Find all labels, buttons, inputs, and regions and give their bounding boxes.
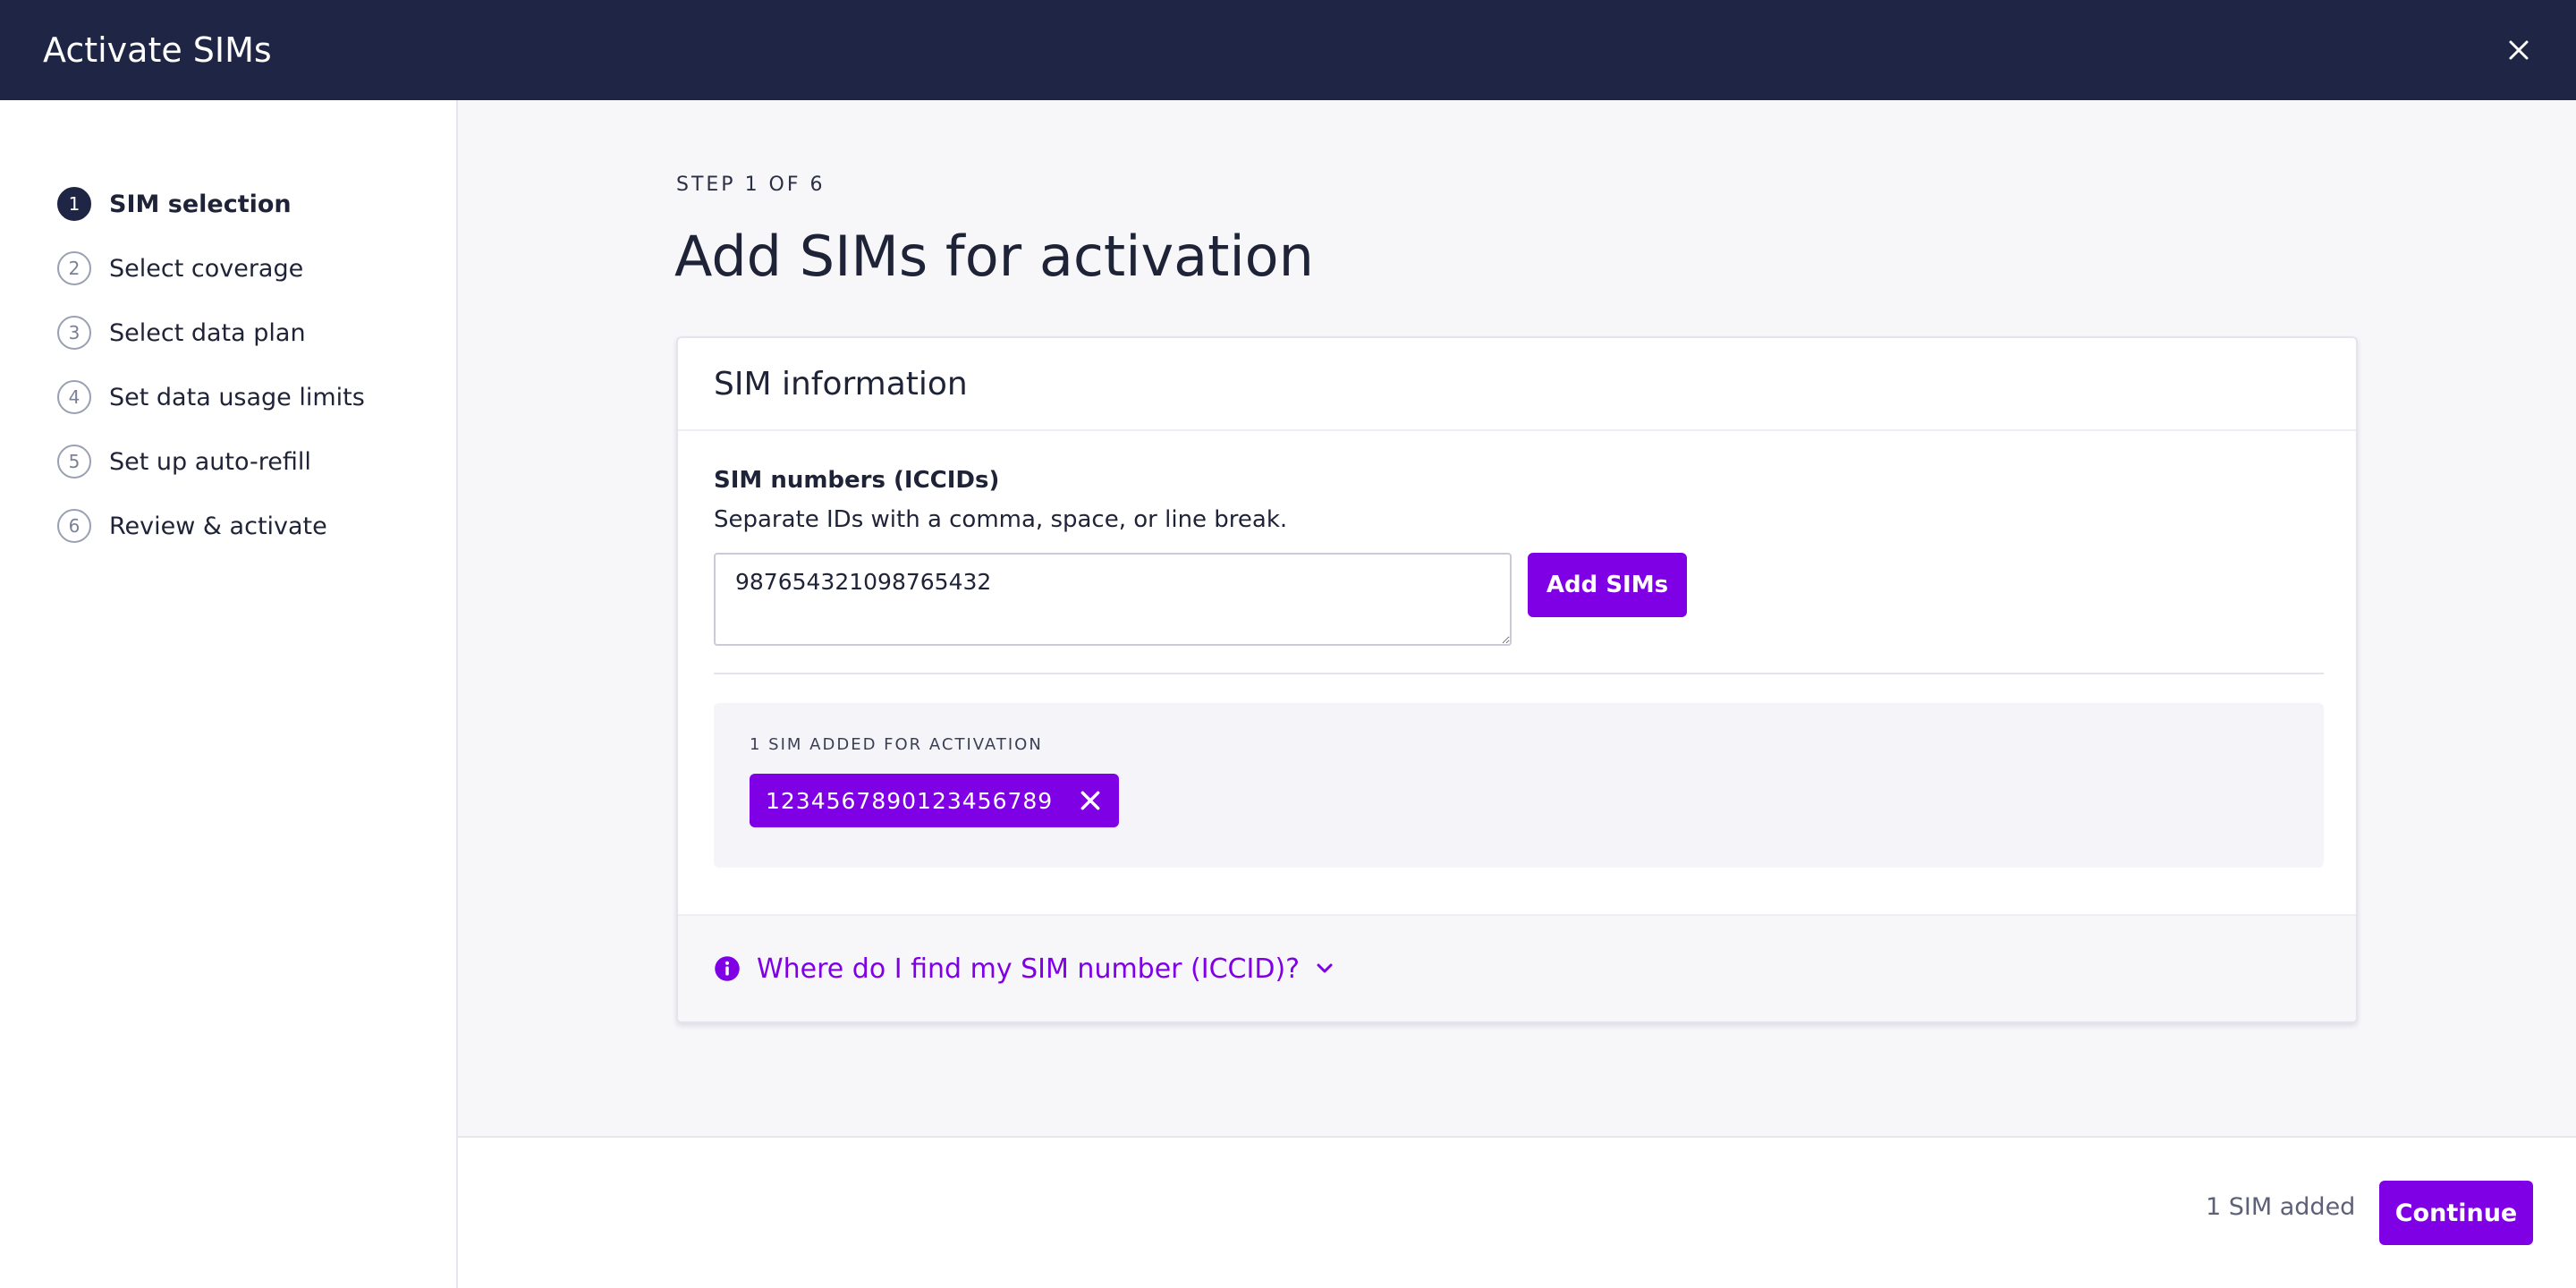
card-body: SIM numbers (ICCIDs) Separate IDs with a… [678,431,2356,868]
step-label: SIM selection [109,190,292,218]
added-sims-panel: 1 SIM ADDED FOR ACTIVATION 1234567890123… [714,703,2324,868]
step-number: 4 [57,380,91,414]
card-title: SIM information [678,338,2356,431]
step-label: Select data plan [109,318,306,347]
iccid-help-link: Where do I find my SIM number (ICCID)? [757,953,1301,985]
added-sims-label: 1 SIM ADDED FOR ACTIVATION [750,735,1043,754]
page-title: Add SIMs for activation [674,224,1314,289]
step-number: 2 [57,251,91,285]
sim-input-row: 987654321098765432 Add SIMs [714,553,2320,646]
step-set-up-auto-refill[interactable]: 5 Set up auto-refill [0,429,456,494]
step-label: Set up auto-refill [109,447,311,476]
step-sim-selection[interactable]: 1 SIM selection [0,172,456,236]
info-icon [715,956,740,981]
step-number: 5 [57,445,91,479]
step-label: Select coverage [109,254,304,283]
sim-numbers-label: SIM numbers (ICCIDs) [714,467,1000,494]
add-sims-button[interactable]: Add SIMs [1528,553,1687,617]
top-bar: Activate SIMs [0,0,2576,100]
close-icon [1080,791,1100,810]
bottom-bar: 1 SIM added Continue [458,1136,2576,1288]
step-number: 6 [57,509,91,543]
divider [714,673,2324,674]
step-number: 3 [57,316,91,350]
step-review-activate[interactable]: 6 Review & activate [0,494,456,558]
sim-information-card: SIM information SIM numbers (ICCIDs) Sep… [676,336,2358,1023]
step-number: 1 [57,187,91,221]
close-button[interactable] [2494,25,2544,75]
step-label: Review & activate [109,512,327,540]
sim-numbers-help: Separate IDs with a comma, space, or lin… [714,506,1288,533]
continue-button[interactable]: Continue [2379,1181,2533,1245]
sim-count-status: 1 SIM added [2206,1193,2356,1221]
close-icon [2509,40,2529,60]
step-sidebar: 1 SIM selection 2 Select coverage 3 Sele… [0,100,458,1288]
step-select-data-plan[interactable]: 3 Select data plan [0,301,456,365]
modal-title: Activate SIMs [43,30,272,70]
iccid-help-toggle[interactable]: Where do I find my SIM number (ICCID)? [678,914,2356,1021]
chevron-down-icon [1317,963,1333,973]
main-content: STEP 1 OF 6 Add SIMs for activation SIM … [458,100,2576,1138]
remove-sim-button[interactable] [1076,786,1105,815]
step-set-data-usage-limits[interactable]: 4 Set data usage limits [0,365,456,429]
step-label: Set data usage limits [109,383,365,411]
sim-numbers-input[interactable]: 987654321098765432 [714,553,1512,646]
step-indicator: STEP 1 OF 6 [676,174,826,196]
sim-chip-number: 1234567890123456789 [766,787,1054,814]
sim-chip: 1234567890123456789 [750,774,1120,827]
step-select-coverage[interactable]: 2 Select coverage [0,236,456,301]
